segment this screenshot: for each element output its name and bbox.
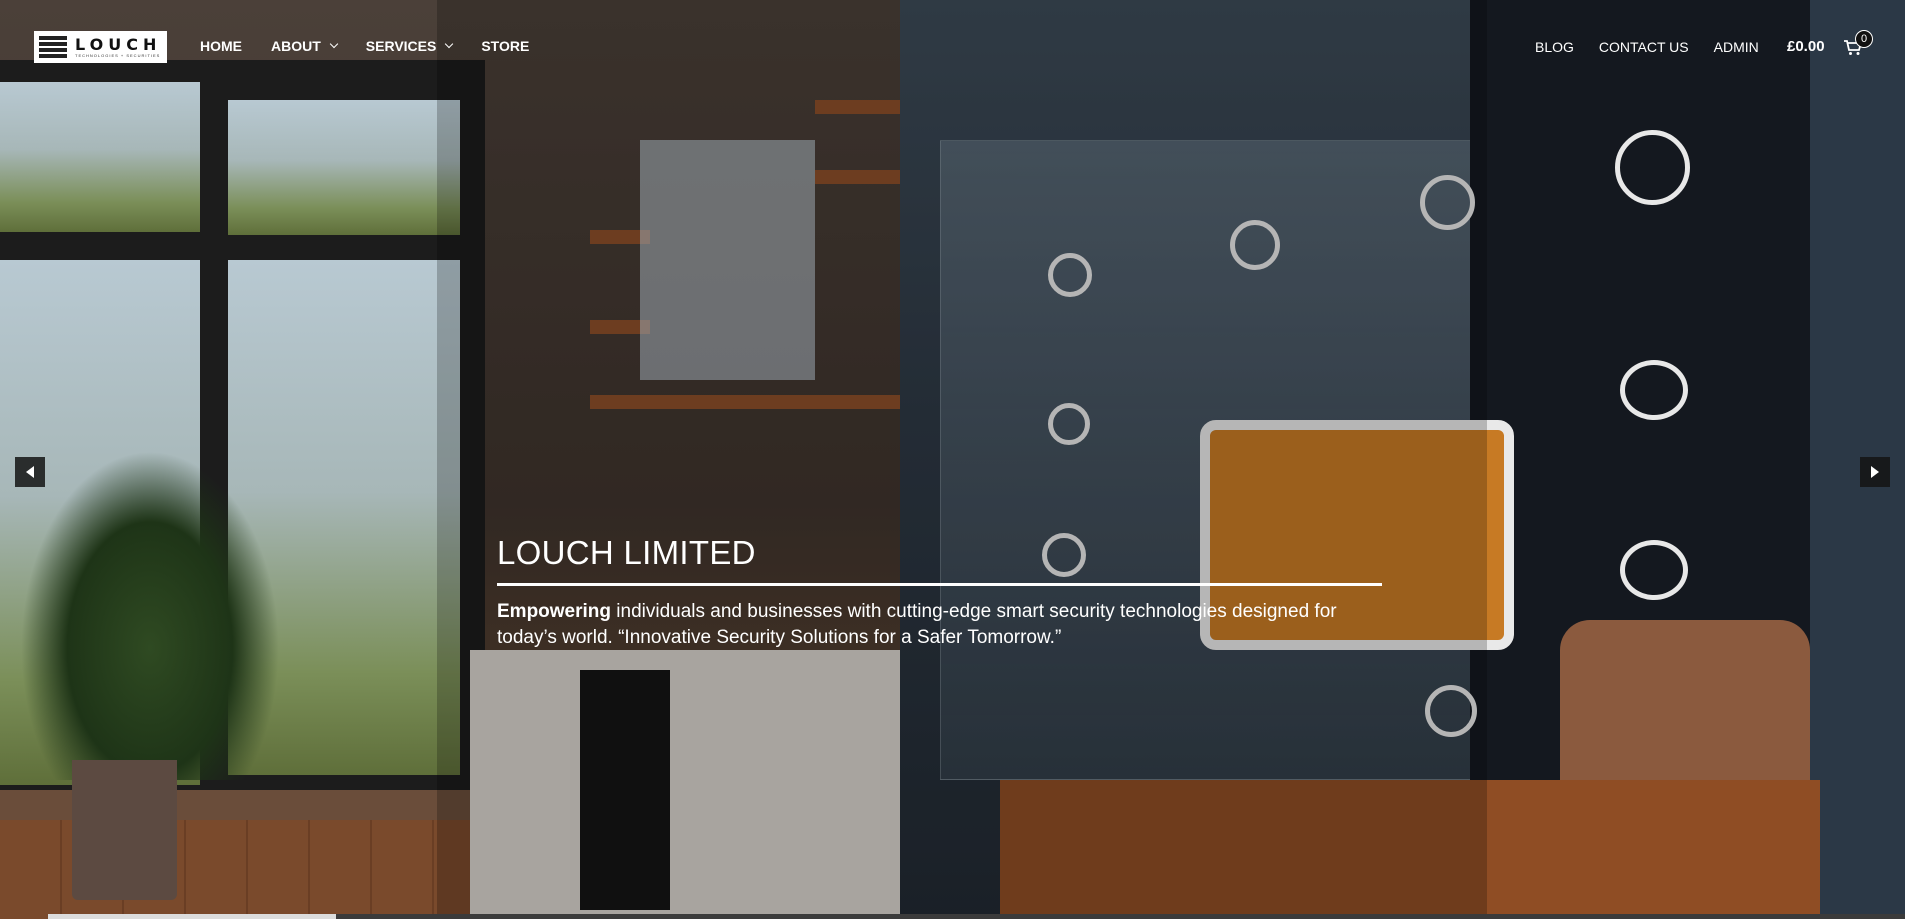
primary-nav: HOME ABOUT SERVICES STORE	[200, 38, 529, 54]
title-divider	[497, 583, 1382, 586]
chevron-down-icon	[329, 39, 339, 49]
plant	[20, 450, 280, 780]
slide-description-lead: Empowering	[497, 601, 612, 622]
cart-total[interactable]: £0.00	[1787, 38, 1825, 55]
nav-about[interactable]: ABOUT	[271, 38, 339, 54]
slide-description-body: individuals and businesses with cutting-…	[497, 601, 1337, 648]
nav-admin[interactable]: ADMIN	[1714, 39, 1759, 55]
nav-services-label: SERVICES	[365, 38, 437, 54]
arrow-left-icon	[26, 466, 34, 478]
nav-store[interactable]: STORE	[481, 38, 529, 54]
secondary-nav: BLOG CONTACT US ADMIN	[1535, 39, 1759, 55]
nav-home[interactable]: HOME	[200, 38, 242, 54]
nav-home-label: HOME	[200, 38, 242, 54]
chevron-down-icon	[445, 39, 454, 49]
slide-title: LOUCH LIMITED	[497, 534, 756, 571]
logo-subtitle: TECHNOLOGIES + SECURITIES	[75, 52, 161, 58]
logo-word: LOUCH	[75, 34, 162, 54]
slide-description: Empowering individuals and businesses wi…	[497, 599, 1397, 651]
nav-services[interactable]: SERVICES	[365, 38, 454, 54]
arrow-right-icon	[1871, 466, 1879, 478]
slider-prev-button[interactable]	[15, 457, 45, 487]
nav-contact-us[interactable]: CONTACT US	[1599, 39, 1689, 55]
nav-about-label: ABOUT	[271, 38, 321, 54]
slider-next-button[interactable]	[1860, 457, 1890, 487]
logo-mark-icon	[39, 36, 67, 58]
cart-count-badge: 0	[1855, 30, 1873, 48]
hero-background-image	[0, 0, 1905, 919]
site-header: LOUCH TECHNOLOGIES + SECURITIES HOME ABO…	[0, 0, 1905, 96]
nav-store-label: STORE	[481, 38, 530, 54]
nav-blog[interactable]: BLOG	[1535, 39, 1574, 55]
slide-caption: LOUCH LIMITED Empowering individuals and…	[497, 533, 1392, 651]
site-logo[interactable]: LOUCH TECHNOLOGIES + SECURITIES	[34, 31, 167, 63]
bottom-strip-highlight	[48, 914, 336, 919]
